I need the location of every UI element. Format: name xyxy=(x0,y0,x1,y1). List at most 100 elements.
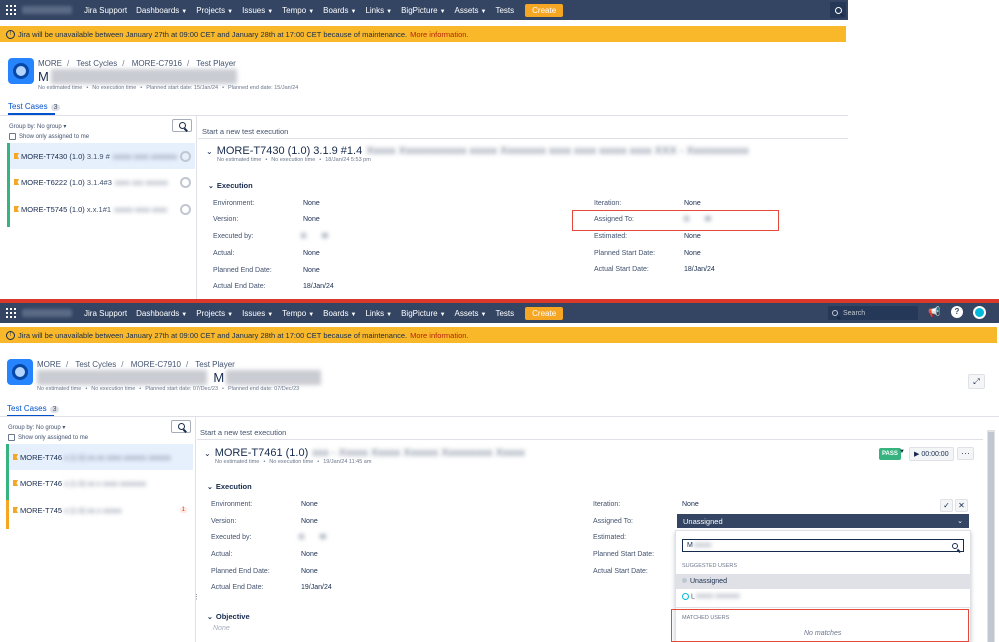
nav-tests[interactable]: Tests xyxy=(495,309,514,318)
checkbox[interactable] xyxy=(9,133,16,140)
group-by-select[interactable]: Group by: No group ▾ xyxy=(9,123,66,130)
test-case-item[interactable]: MORE-T5745 (1.0) x.x.1#1 xxxxx xxxx xxxx xyxy=(10,196,195,222)
nav-tests[interactable]: Tests xyxy=(495,6,514,15)
field-value[interactable]: None xyxy=(684,250,701,257)
collapse-chevron-icon[interactable]: ⌄ xyxy=(206,147,213,156)
field-label: Actual End Date: xyxy=(211,584,264,591)
start-new-execution[interactable]: Start a new test execution xyxy=(202,127,288,136)
scrollbar-thumb[interactable] xyxy=(988,432,994,642)
logo[interactable] xyxy=(22,309,72,317)
nav-jira-support[interactable]: Jira Support xyxy=(84,6,127,15)
nav-assets[interactable]: Assets ▼ xyxy=(455,309,487,318)
nav-assets[interactable]: Assets ▼ xyxy=(455,6,487,15)
objective-value[interactable]: None xyxy=(213,625,230,632)
breadcrumb-cycle[interactable]: MORE-C7910 xyxy=(131,360,181,369)
section-execution[interactable]: ⌄ Execution xyxy=(208,181,253,190)
field-value[interactable]: 18/Jan/24 xyxy=(684,266,715,273)
nav-projects[interactable]: Projects ▼ xyxy=(196,6,233,15)
collapse-chevron-icon[interactable]: ⌄ xyxy=(204,449,211,458)
field-value[interactable]: None xyxy=(303,250,320,257)
search-input[interactable]: Search xyxy=(828,306,918,320)
expand-icon[interactable]: ⤢ xyxy=(968,374,985,389)
field-value[interactable]: None xyxy=(301,551,318,558)
user-option[interactable]: Lxxxxx xxxxxxx xyxy=(682,593,740,600)
nav-issues[interactable]: Issues ▼ xyxy=(242,6,273,15)
field-value[interactable]: 18/Jan/24 xyxy=(303,283,334,290)
user-search-input[interactable]: Mxxxxx xyxy=(682,539,964,552)
group-by-select[interactable]: Group by: No group ▾ xyxy=(8,424,65,431)
nav-links[interactable]: Links ▼ xyxy=(365,6,392,15)
create-button[interactable]: Create xyxy=(525,306,564,320)
field-value[interactable]: None xyxy=(684,233,701,240)
show-only-assigned[interactable]: Show only assigned to me xyxy=(9,133,89,140)
tab-test-cases[interactable]: Test Cases 3 xyxy=(8,102,61,115)
project-avatar-icon[interactable] xyxy=(7,359,33,385)
breadcrumb-cycle[interactable]: MORE-C7916 xyxy=(132,59,182,68)
pass-status-button[interactable]: PASS xyxy=(879,448,901,460)
breadcrumb-project[interactable]: MORE xyxy=(38,59,62,68)
priority-flag-icon xyxy=(14,206,19,212)
chevron-down-icon: ▼ xyxy=(480,8,487,15)
user-avatar-icon xyxy=(682,593,689,600)
logo[interactable] xyxy=(22,6,72,14)
nav-dashboards[interactable]: Dashboards ▼ xyxy=(136,309,187,318)
cancel-close-icon[interactable]: ✕ xyxy=(955,499,968,512)
nav-links[interactable]: Links ▼ xyxy=(365,309,392,318)
test-case-item[interactable]: MORE-T746 x (1.0) xx.xx xxxx xxxxxx xxxxx… xyxy=(9,444,193,470)
section-execution[interactable]: ⌄ Execution xyxy=(207,482,252,491)
search-icon[interactable] xyxy=(830,2,846,18)
nav-bigpicture[interactable]: BigPicture ▼ xyxy=(401,309,445,318)
show-only-assigned[interactable]: Show only assigned to me xyxy=(8,434,88,441)
resize-handle[interactable]: ⋮ xyxy=(193,593,200,601)
executed-by-value[interactable]: G M xyxy=(301,233,328,240)
search-button[interactable] xyxy=(172,119,192,132)
nav-projects[interactable]: Projects ▼ xyxy=(196,309,233,318)
nav-dashboards[interactable]: Dashboards ▼ xyxy=(136,6,187,15)
breadcrumb-project[interactable]: MORE xyxy=(37,360,61,369)
field-value[interactable]: None xyxy=(303,267,320,274)
field-value[interactable]: None xyxy=(303,200,320,207)
avatar[interactable] xyxy=(973,306,986,319)
project-avatar-icon[interactable] xyxy=(8,58,34,84)
assigned-to-select[interactable]: Unassigned ⌄ xyxy=(677,514,969,528)
executed-by-value[interactable]: G M xyxy=(299,534,326,541)
field-value[interactable]: None xyxy=(301,568,318,575)
nav-tempo[interactable]: Tempo ▼ xyxy=(282,309,314,318)
timer-control[interactable]: ▶ 00:00:00 xyxy=(909,447,954,461)
nav-tempo[interactable]: Tempo ▼ xyxy=(282,6,314,15)
section-objective[interactable]: ⌄ Objective xyxy=(207,612,250,621)
chevron-down-icon: ▾ xyxy=(62,425,66,431)
test-case-item[interactable]: MORE-T6222 (1.0) 3.1.4#3 xxxx xxx xxxxxx xyxy=(10,169,195,195)
app-switcher-icon[interactable] xyxy=(6,5,16,15)
tab-test-cases[interactable]: Test Cases 3 xyxy=(7,404,60,417)
checkbox[interactable] xyxy=(8,434,15,441)
confirm-check-icon[interactable]: ✓ xyxy=(940,499,953,512)
field-value[interactable]: 19/Jan/24 xyxy=(301,584,332,591)
status-dropdown-chevron-icon[interactable]: ▼ xyxy=(899,449,905,455)
field-value[interactable]: None xyxy=(301,501,318,508)
banner-link[interactable]: More information. xyxy=(410,331,468,340)
unassigned-option[interactable]: Unassigned xyxy=(676,574,970,589)
field-value[interactable]: None xyxy=(303,216,320,223)
create-button[interactable]: Create xyxy=(525,3,564,17)
nav-bigpicture[interactable]: BigPicture ▼ xyxy=(401,6,445,15)
banner-link[interactable]: More information. xyxy=(410,30,468,39)
more-actions-icon[interactable]: ⋯ xyxy=(957,447,974,460)
help-icon[interactable]: ? xyxy=(951,306,963,318)
nav-boards[interactable]: Boards ▼ xyxy=(323,6,356,15)
notifications-icon[interactable]: 📢 xyxy=(928,307,940,318)
app-switcher-icon[interactable] xyxy=(6,308,16,318)
test-case-item[interactable]: MORE-T746 x (1.0) xx.x xxxx xxxxxxx xyxy=(9,470,193,496)
test-case-item[interactable]: MORE-T7430 (1.0) 3.1.9 # xxxxx xxxx xxxxx… xyxy=(10,143,195,169)
breadcrumb-test-cycles[interactable]: Test Cycles xyxy=(75,360,116,369)
nav-issues[interactable]: Issues ▼ xyxy=(242,309,273,318)
breadcrumb-test-cycles[interactable]: Test Cycles xyxy=(76,59,117,68)
start-new-execution[interactable]: Start a new test execution xyxy=(200,428,286,437)
field-value[interactable]: None xyxy=(682,501,699,508)
test-case-item[interactable]: MORE-T745 x (1.0) xx.x xxxxx 1 xyxy=(9,497,193,523)
search-button[interactable] xyxy=(171,420,191,433)
field-value[interactable]: None xyxy=(301,518,318,525)
nav-boards[interactable]: Boards ▼ xyxy=(323,309,356,318)
field-value[interactable]: None xyxy=(684,200,701,207)
nav-jira-support[interactable]: Jira Support xyxy=(84,309,127,318)
